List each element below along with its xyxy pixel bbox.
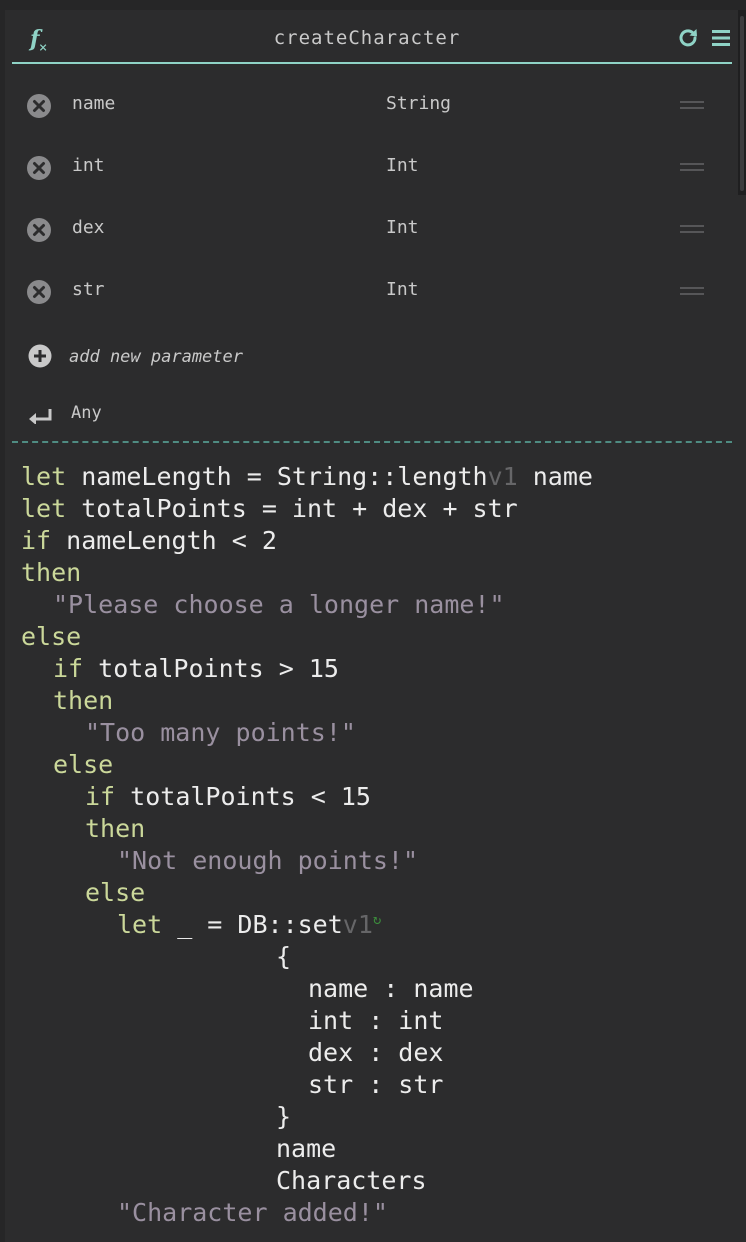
code-text: Characters (276, 1166, 427, 1195)
code-text: name : name (308, 974, 474, 1003)
keyword: let (117, 910, 163, 939)
string-literal: "Too many points!" (85, 718, 356, 747)
keyword: let (21, 462, 67, 491)
return-type-row: Any (28, 400, 228, 428)
keyword: then (53, 686, 114, 715)
string-literal: "Character added!" (117, 1198, 388, 1227)
keyword: if (53, 654, 84, 683)
code-line[interactable]: else (21, 877, 741, 909)
code-line[interactable]: name : name (21, 973, 741, 1005)
parameter-name[interactable]: dex (72, 217, 105, 238)
scrollbar-thumb[interactable] (740, 16, 744, 191)
code-text: str : str (308, 1070, 444, 1099)
code-editor[interactable]: let nameLength = String::lengthv1 name l… (21, 461, 741, 1229)
add-parameter-button[interactable]: add new parameter (28, 344, 288, 372)
code-line[interactable]: if nameLength < 2 (21, 525, 741, 557)
remove-parameter-icon[interactable] (26, 217, 52, 243)
code-text: { (276, 942, 292, 971)
code-line[interactable]: { (21, 941, 741, 973)
keyword: else (53, 750, 114, 779)
parameter-row: int Int (26, 149, 716, 185)
string-literal: "Not enough points!" (117, 846, 419, 875)
code-text: nameLength = String::length (66, 462, 488, 491)
drag-handle-icon[interactable] (680, 163, 704, 173)
refresh-badge-icon[interactable]: ↻ (373, 912, 381, 928)
parameter-type[interactable]: Int (386, 279, 419, 300)
code-line[interactable]: "Not enough points!" (21, 845, 741, 877)
string-literal: "Please choose a longer name!" (53, 590, 505, 619)
code-text: nameLength < 2 (51, 526, 277, 555)
drag-handle-icon[interactable] (680, 287, 704, 297)
code-line[interactable]: then (21, 557, 741, 589)
code-line[interactable]: then (21, 685, 741, 717)
code-line[interactable]: "Too many points!" (21, 717, 741, 749)
code-text: _ = DB::set (162, 910, 343, 939)
parameter-row: name String (26, 87, 716, 123)
parameter-type[interactable]: Int (386, 155, 419, 176)
code-text: name (517, 462, 593, 491)
parameter-row: str Int (26, 273, 716, 309)
keyword: then (21, 558, 82, 587)
parameter-row: dex Int (26, 211, 716, 247)
parameter-name[interactable]: name (72, 93, 115, 114)
keyword: if (85, 782, 116, 811)
remove-parameter-icon[interactable] (26, 155, 52, 181)
code-line[interactable]: "Please choose a longer name!" (21, 589, 741, 621)
remove-parameter-icon[interactable] (26, 279, 52, 305)
code-divider (12, 441, 732, 443)
code-line[interactable]: if totalPoints > 15 (21, 653, 741, 685)
code-line[interactable]: then (21, 813, 741, 845)
code-text: } (276, 1102, 292, 1131)
return-type[interactable]: Any (71, 403, 102, 423)
code-text: int : int (308, 1006, 444, 1035)
left-edge (0, 0, 5, 1242)
parameter-type[interactable]: Int (386, 217, 419, 238)
code-line[interactable]: let totalPoints = int + dex + str (21, 493, 741, 525)
function-header: f× createCharacter (12, 24, 732, 64)
code-line[interactable]: name (21, 1133, 741, 1165)
parameter-name[interactable]: int (72, 155, 105, 176)
code-line[interactable]: "Character added!" (21, 1197, 741, 1229)
version-tag: v1 (487, 462, 518, 491)
keyword: else (21, 622, 82, 651)
code-line[interactable]: dex : dex (21, 1037, 741, 1069)
code-text: dex : dex (308, 1038, 444, 1067)
code-line[interactable]: if totalPoints < 15 (21, 781, 741, 813)
code-line[interactable]: } (21, 1101, 741, 1133)
drag-handle-icon[interactable] (680, 101, 704, 111)
version-tag: v1 (342, 910, 373, 939)
keyword: let (21, 494, 67, 523)
refresh-icon[interactable] (676, 26, 700, 50)
code-text: name (276, 1134, 337, 1163)
function-name[interactable]: createCharacter (12, 27, 722, 49)
drag-handle-icon[interactable] (680, 225, 704, 235)
code-line[interactable]: Characters (21, 1165, 741, 1197)
plus-circle-icon (28, 344, 52, 368)
code-line[interactable]: int : int (21, 1005, 741, 1037)
code-line[interactable]: else (21, 749, 741, 781)
code-line[interactable]: else (21, 621, 741, 653)
parameter-type[interactable]: String (386, 93, 451, 114)
code-line[interactable]: let _ = DB::setv1↻ (21, 909, 741, 941)
add-parameter-label: add new parameter (69, 347, 243, 367)
parameter-name[interactable]: str (72, 279, 105, 300)
remove-parameter-icon[interactable] (26, 93, 52, 119)
code-line[interactable]: str : str (21, 1069, 741, 1101)
code-text: totalPoints > 15 (83, 654, 339, 683)
code-text: totalPoints < 15 (115, 782, 371, 811)
return-arrow-icon (29, 409, 52, 424)
keyword: else (85, 878, 146, 907)
code-text: totalPoints = int + dex + str (66, 494, 518, 523)
top-bar (0, 0, 746, 10)
code-line[interactable]: let nameLength = String::lengthv1 name (21, 461, 741, 493)
keyword: then (85, 814, 146, 843)
hamburger-menu-icon[interactable] (710, 27, 732, 49)
keyword: if (21, 526, 52, 555)
